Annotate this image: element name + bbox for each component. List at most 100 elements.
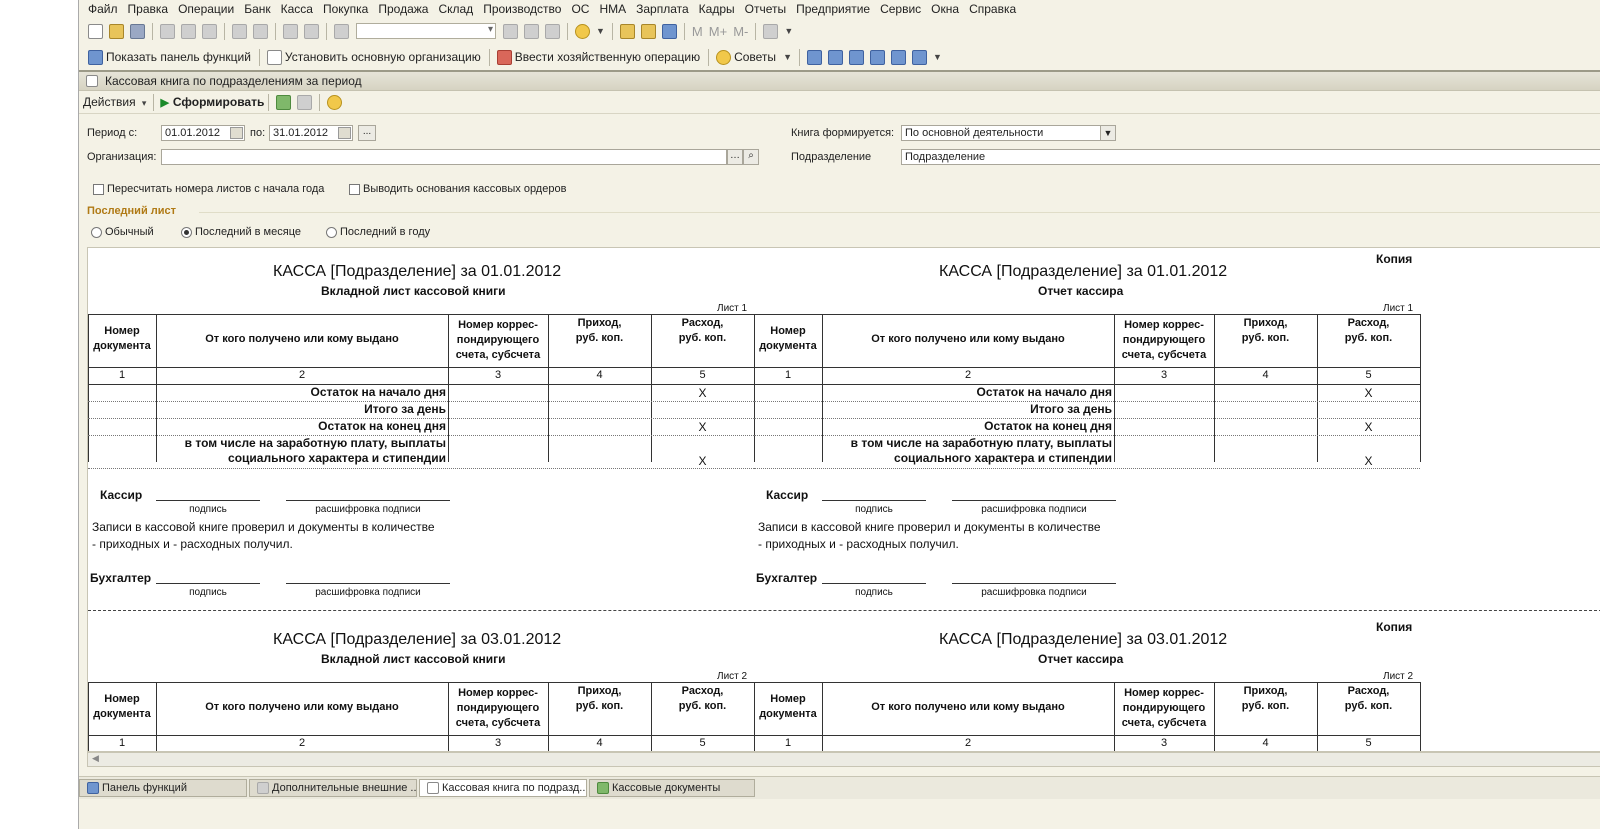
settings-icon[interactable] (276, 94, 292, 110)
period-from-input[interactable]: 01.01.2012 (161, 125, 245, 141)
restore-settings-icon[interactable] (297, 94, 313, 110)
period-to-input[interactable]: 31.01.2012 (269, 125, 353, 141)
copy-icon[interactable] (181, 23, 196, 39)
period-select-button[interactable]: ... (358, 125, 376, 141)
cashier-report-column-number: 2 (964, 369, 972, 381)
toolbar-separator (258, 48, 260, 66)
documents-icon[interactable] (890, 49, 906, 65)
search-icon[interactable] (334, 23, 349, 39)
task-cash-book[interactable]: Кассовая книга по подразд... (419, 779, 587, 797)
undo-icon[interactable] (283, 23, 298, 39)
dotted-line (754, 468, 1420, 469)
analysis-icon[interactable] (911, 49, 927, 65)
users-icon[interactable] (661, 23, 677, 39)
redo-icon[interactable] (304, 23, 319, 39)
search-combobox[interactable] (356, 23, 496, 39)
menu-cash[interactable]: Касса (281, 2, 313, 16)
menu-enterprise[interactable]: Предприятие (796, 2, 870, 16)
menu-operations[interactable]: Операции (178, 2, 234, 16)
calendar-icon[interactable] (640, 23, 656, 39)
spreadsheet-report[interactable]: Копия КАССА [Подразделение] за 01.01.2012… (87, 247, 1600, 752)
standard-toolbar: ▼ M M+ M- ▼ (79, 19, 1600, 43)
open-folder-icon[interactable] (109, 23, 124, 39)
cashier-report-sheet-number: Лист 2 (1383, 671, 1414, 682)
chevron-down-icon[interactable]: ▼ (784, 26, 793, 36)
enter-business-operation-label: Ввести хозяйственную операцию (514, 50, 701, 64)
radio-normal[interactable]: Обычный (91, 226, 154, 238)
info-icon[interactable] (575, 23, 590, 39)
insert-sheet-column-number: 2 (298, 737, 306, 749)
organization-select-button[interactable]: … (727, 149, 743, 165)
enter-business-operation-button[interactable]: Ввести хозяйственную операцию (494, 49, 701, 65)
help-icon[interactable] (327, 94, 343, 110)
toolbar-separator (275, 22, 276, 40)
chevron-down-icon[interactable]: ▼ (933, 52, 942, 62)
windows-icon[interactable] (545, 23, 560, 39)
search-icon[interactable]: ⌕ (743, 149, 759, 165)
cut-icon[interactable] (160, 23, 175, 39)
chevron-down-icon[interactable]: ▼ (783, 52, 792, 62)
menu-reports[interactable]: Отчеты (745, 2, 786, 16)
menu-warehouse[interactable]: Склад (438, 2, 473, 16)
memory-add-button[interactable]: M+ (709, 24, 727, 39)
menu-purchase[interactable]: Покупка (323, 2, 368, 16)
menu-file[interactable]: Файл (88, 2, 118, 16)
organization-label: Организация: (87, 151, 157, 163)
new-document-icon[interactable] (88, 23, 103, 39)
task-cash-documents[interactable]: Кассовые документы (589, 779, 755, 797)
radio-last-in-month[interactable]: Последний в месяце (181, 226, 301, 238)
journal-icon[interactable] (827, 49, 843, 65)
paste-icon[interactable] (202, 23, 217, 39)
menu-service[interactable]: Сервис (880, 2, 921, 16)
employees-icon[interactable] (869, 49, 885, 65)
task-function-panel[interactable]: Панель функций (79, 779, 247, 797)
print-icon[interactable] (232, 23, 247, 39)
menu-fixed-assets[interactable]: ОС (571, 2, 589, 16)
book-type-select[interactable]: По основной деятельности ▼ (901, 125, 1116, 141)
chevron-down-icon[interactable]: ▼ (596, 26, 605, 36)
set-main-organization-button[interactable]: Установить основную организацию (264, 49, 481, 65)
radio-circle (91, 226, 102, 238)
insert-sheet-expense-header: Расход, (681, 317, 724, 329)
menu-salary[interactable]: Зарплата (636, 2, 689, 16)
recount-sheets-checkbox[interactable]: Пересчитать номера листов с начала года (93, 183, 324, 195)
chevron-down-icon[interactable]: ▼ (1100, 126, 1115, 140)
actions-menu[interactable]: Действия ▾ (83, 95, 149, 109)
menu-help[interactable]: Справка (969, 2, 1016, 16)
find-next-icon[interactable] (503, 23, 518, 39)
tips-button[interactable]: Советы (713, 49, 776, 65)
radio-last-in-year[interactable]: Последний в году (326, 226, 430, 238)
show-function-panel-button[interactable]: Показать панель функций (85, 49, 251, 65)
menu-edit[interactable]: Правка (128, 2, 169, 16)
menu-intangibles[interactable]: НМА (599, 2, 626, 16)
calculator-icon[interactable] (619, 23, 635, 39)
organization-input[interactable] (161, 149, 727, 165)
show-order-basis-checkbox[interactable]: Выводить основания кассовых ордеров (349, 183, 566, 195)
find-previous-icon[interactable] (524, 23, 539, 39)
calendar-icon[interactable] (338, 127, 351, 139)
toolbar-separator (708, 48, 710, 66)
scroll-left-icon[interactable]: ◀ (92, 753, 99, 764)
generate-button[interactable]: ▶ Сформировать (158, 95, 264, 109)
calendar-icon[interactable] (230, 127, 243, 139)
menu-sales[interactable]: Продажа (378, 2, 428, 16)
menu-hr[interactable]: Кадры (699, 2, 735, 16)
memory-subtract-button[interactable]: M- (733, 24, 748, 39)
task-external-processing[interactable]: Дополнительные внешние ... (249, 779, 417, 797)
bank-icon[interactable] (848, 49, 864, 65)
division-input[interactable]: Подразделение (901, 149, 1600, 165)
save-icon[interactable] (130, 23, 145, 39)
report-icon[interactable] (806, 49, 822, 65)
page-break-line (88, 610, 1600, 611)
tools-icon[interactable] (763, 23, 779, 39)
menu-windows[interactable]: Окна (931, 2, 959, 16)
insert-sheet-account-header: Номер коррес- (458, 319, 538, 331)
period-to-label: по: (250, 127, 266, 139)
insert-sheet-row-salary: социального характера и стипендии (228, 451, 446, 465)
horizontal-scrollbar[interactable]: ◀ (87, 752, 1600, 767)
menu-bank[interactable]: Банк (244, 2, 270, 16)
memory-store-button[interactable]: M (692, 24, 703, 39)
cashier-report-income-header: Приход, (1243, 685, 1288, 697)
menu-production[interactable]: Производство (483, 2, 561, 16)
print-preview-icon[interactable] (253, 23, 268, 39)
